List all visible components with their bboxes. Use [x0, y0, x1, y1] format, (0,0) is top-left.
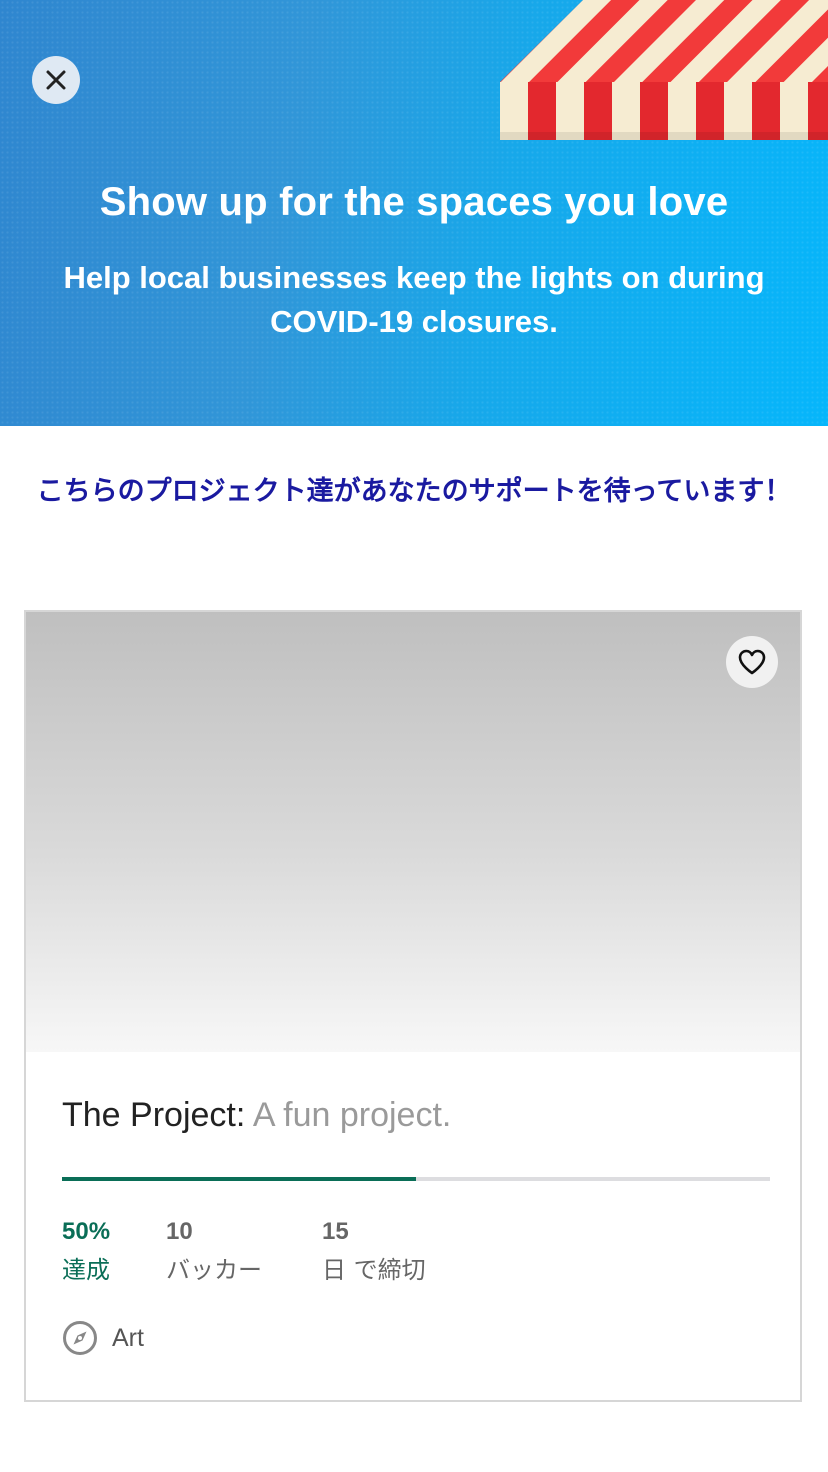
banner-subtitle: Help local businesses keep the lights on…: [63, 260, 765, 339]
funded-label: 達成: [62, 1256, 110, 1284]
page: Show up for the spaces you love Help loc…: [0, 0, 828, 1472]
banner-title: Show up for the spaces you love: [99, 180, 729, 224]
promo-banner: Show up for the spaces you love Help loc…: [0, 0, 828, 426]
category-label: Art: [112, 1323, 144, 1352]
project-image[interactable]: [26, 612, 800, 1052]
compass-icon: [63, 1321, 97, 1355]
project-blurb: A fun project.: [252, 1096, 452, 1134]
backers-label: バッカー: [166, 1256, 262, 1284]
days-value: 15: [322, 1218, 349, 1245]
heart-icon: [738, 649, 766, 675]
close-button[interactable]: [32, 56, 80, 104]
project-title-line[interactable]: The Project: A fun project.: [62, 1096, 451, 1135]
funded-value: 50%: [62, 1218, 111, 1245]
backers-value: 10: [166, 1218, 193, 1245]
stat-funded: 50% 達成: [62, 1218, 110, 1285]
awning-illustration: [500, 0, 828, 140]
funding-progress-fill: [62, 1177, 416, 1181]
close-icon: [46, 70, 66, 90]
project-card[interactable]: The Project: A fun project. 50% 達成 10 バッ…: [24, 610, 802, 1402]
section-heading: こちらのプロジェクト達があなたのサポートを待っています！: [36, 476, 792, 507]
days-label: 日 で締切: [322, 1256, 426, 1284]
stat-days-left: 15 日 で締切: [322, 1218, 426, 1285]
funding-progress-bar: [62, 1177, 770, 1181]
project-name: The Project:: [62, 1096, 246, 1134]
category-tag[interactable]: Art: [62, 1320, 144, 1356]
stat-backers: 10 バッカー: [166, 1218, 262, 1285]
favorite-button[interactable]: [726, 636, 778, 688]
